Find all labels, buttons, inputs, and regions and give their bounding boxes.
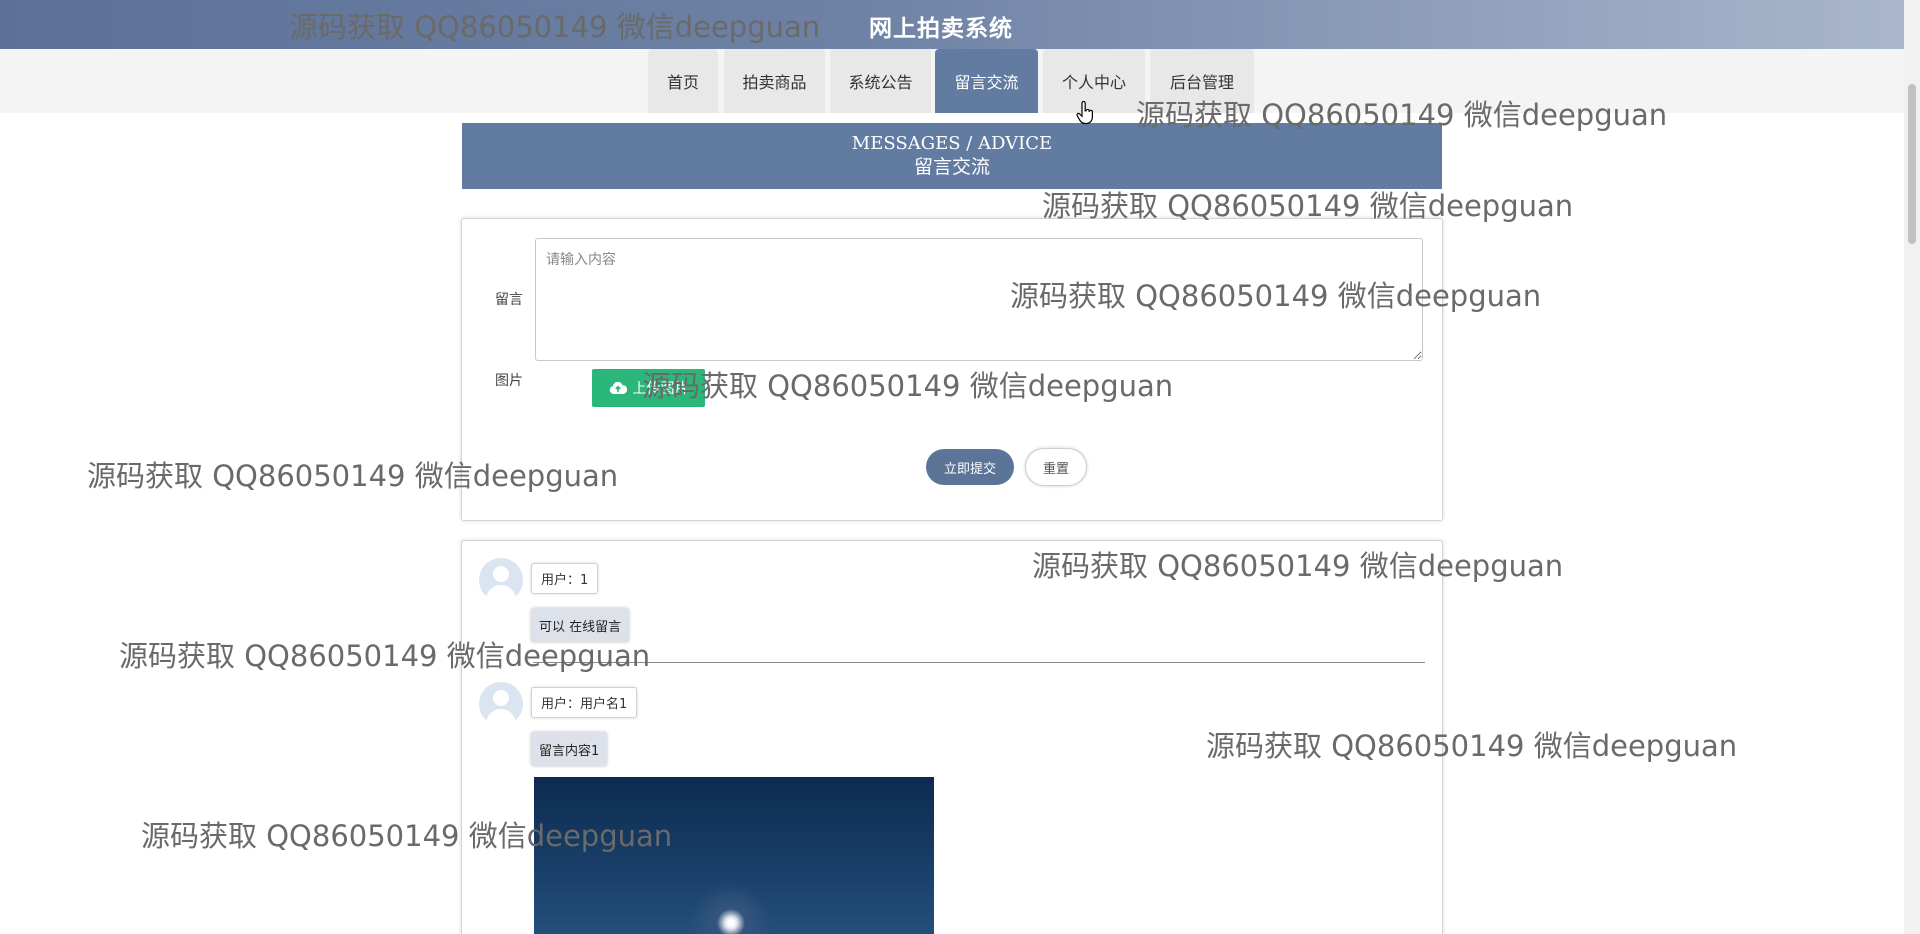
hand-cursor-icon — [1076, 101, 1093, 125]
tab-announcements[interactable]: 系统公告 — [830, 49, 931, 113]
message-image — [534, 777, 934, 934]
reset-button[interactable]: 重置 — [1025, 448, 1087, 486]
scrollbar-thumb[interactable] — [1908, 84, 1916, 244]
watermark: 源码获取 QQ86050149 微信deepguan — [642, 369, 1174, 403]
tab-personal-center[interactable]: 个人中心 — [1043, 49, 1145, 113]
banner-title-cn: 留言交流 — [913, 156, 990, 178]
watermark: 源码获取 QQ86050149 微信deepguan — [1032, 549, 1564, 583]
tab-auction-items[interactable]: 拍卖商品 — [724, 49, 825, 113]
tab-home[interactable]: 首页 — [648, 49, 718, 113]
avatar — [479, 682, 523, 726]
watermark: 源码获取 QQ86050149 微信deepguan — [141, 819, 673, 853]
top-header-bar: 网上拍卖系统 — [0, 0, 1904, 49]
watermark: 源码获取 QQ86050149 微信deepguan — [1136, 98, 1668, 132]
watermark: 源码获取 QQ86050149 微信deepguan — [1042, 189, 1574, 223]
watermark: 源码获取 QQ86050149 微信deepguan — [87, 459, 619, 493]
tab-messages[interactable]: 留言交流 — [935, 49, 1038, 113]
image-label: 图片 — [495, 373, 523, 389]
watermark: 源码获取 QQ86050149 微信deepguan — [289, 10, 821, 44]
submit-button[interactable]: 立即提交 — [926, 449, 1014, 485]
watermark: 源码获取 QQ86050149 微信deepguan — [119, 639, 651, 673]
message-label: 留言 — [495, 292, 523, 308]
page-scrollbar[interactable] — [1904, 0, 1920, 934]
message-content: 留言内容1 — [531, 732, 608, 766]
watermark: 源码获取 QQ86050149 微信deepguan — [1010, 279, 1542, 313]
watermark: 源码获取 QQ86050149 微信deepguan — [1206, 729, 1738, 763]
message-divider — [533, 662, 1425, 663]
message-user: 用户：用户名1 — [531, 687, 638, 718]
cloud-upload-icon — [609, 381, 627, 394]
site-title: 网上拍卖系统 — [869, 16, 1013, 42]
avatar — [479, 558, 523, 602]
message-user: 用户：1 — [531, 563, 599, 594]
